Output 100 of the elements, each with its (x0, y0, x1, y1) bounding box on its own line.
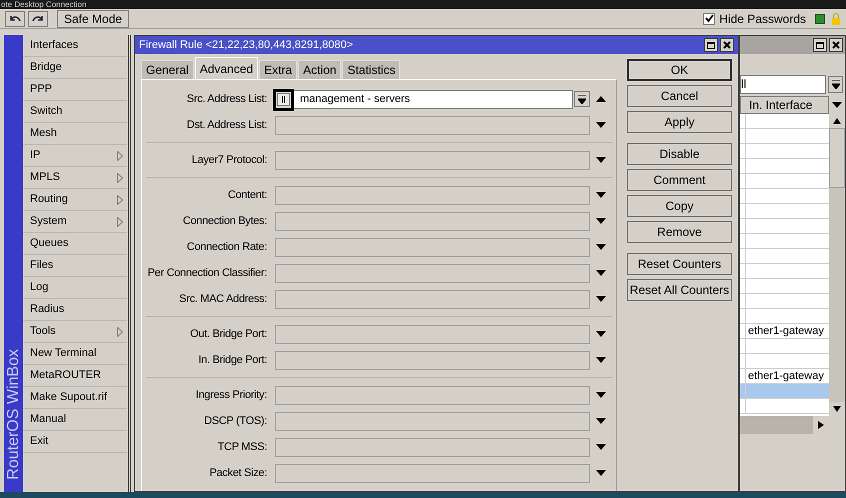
menu-item[interactable]: Switch (23, 101, 127, 123)
expand-arrow-icon[interactable] (596, 192, 606, 198)
expand-arrow-icon[interactable] (596, 157, 606, 163)
redo-button[interactable] (28, 10, 48, 26)
submenu-arrow-icon (117, 194, 123, 204)
field-input[interactable] (275, 238, 590, 256)
safe-mode-button[interactable]: Safe Mode (57, 10, 130, 28)
filter-field[interactable]: ll (740, 74, 826, 94)
field-input[interactable] (275, 464, 590, 482)
expand-arrow-icon[interactable] (596, 122, 606, 128)
field-input[interactable] (275, 150, 590, 170)
expand-arrow-icon[interactable] (596, 418, 606, 424)
submenu-arrow-icon (117, 216, 123, 226)
dropdown-button[interactable] (828, 76, 843, 92)
dialog-button[interactable]: Copy (627, 195, 732, 217)
menu-item[interactable]: MetaROUTER (23, 365, 127, 387)
field-input[interactable] (275, 412, 590, 430)
close-button[interactable] (829, 38, 843, 52)
scroll-right-icon[interactable] (818, 421, 824, 429)
menu-item[interactable]: Bridge (23, 57, 127, 79)
invert-toggle-icon[interactable] (277, 92, 290, 106)
dialog-button[interactable]: Reset Counters (627, 253, 732, 275)
field-label: DSCP (TOS): (203, 414, 267, 429)
field-label: In. Bridge Port: (197, 352, 267, 368)
tab[interactable]: Action (298, 60, 342, 79)
tab[interactable]: General (141, 60, 194, 79)
column-header[interactable]: In. Interface (740, 96, 829, 114)
menu-item[interactable]: Mesh (23, 123, 127, 145)
maximize-button[interactable] (704, 38, 718, 52)
menu-item[interactable]: Files (23, 255, 127, 277)
field-label: Per Connection Classifier: (146, 266, 267, 281)
field-input[interactable] (275, 116, 590, 134)
dialog-button[interactable]: Disable (627, 143, 732, 165)
dialog-button[interactable]: Comment (627, 169, 732, 191)
table-row[interactable] (740, 384, 829, 399)
dialog-button[interactable]: Apply (627, 111, 732, 133)
field-input[interactable] (275, 290, 590, 308)
menu-item[interactable]: Log (23, 277, 127, 299)
close-button[interactable] (720, 38, 734, 52)
menu-item[interactable]: Routing (23, 189, 127, 211)
field-label: Out. Bridge Port: (189, 326, 267, 342)
field-input[interactable] (275, 438, 590, 456)
field-input[interactable] (275, 324, 590, 344)
horizontal-scrollbar[interactable] (740, 416, 829, 434)
maximize-button[interactable] (813, 38, 827, 52)
menu-item[interactable]: Radius (23, 299, 127, 321)
field-label: Src. MAC Address: (178, 292, 267, 307)
menu-item[interactable]: Exit (23, 431, 127, 453)
expand-arrow-icon[interactable] (596, 470, 606, 476)
field-label: Packet Size: (208, 466, 267, 481)
submenu-arrow-icon (117, 172, 123, 182)
menu-item[interactable]: IP (23, 145, 127, 167)
scroll-up-icon[interactable] (833, 118, 841, 124)
expand-arrow-icon[interactable] (596, 270, 606, 276)
submenu-arrow-icon (117, 150, 123, 160)
collapse-arrow-icon[interactable] (596, 96, 606, 102)
menu-item[interactable]: Make Supout.rif (23, 387, 127, 409)
expand-arrow-icon[interactable] (596, 296, 606, 302)
expand-arrow-icon[interactable] (596, 357, 606, 363)
menu-item[interactable]: System (23, 211, 127, 233)
hide-passwords-checkbox[interactable] (703, 12, 716, 24)
menu-item[interactable]: New Terminal (23, 343, 127, 365)
field-label: Ingress Priority: (194, 388, 267, 403)
menu-item[interactable]: Manual (23, 409, 127, 431)
submenu-arrow-icon (117, 326, 123, 336)
address-list-field[interactable]: management - servers (293, 90, 573, 108)
dialog-button[interactable]: Cancel (627, 85, 732, 107)
menu-item[interactable]: MPLS (23, 167, 127, 189)
field-label: Connection Rate: (186, 240, 267, 255)
field-label: Src. Address List: (186, 92, 267, 107)
dropdown-button[interactable] (574, 91, 590, 107)
field-input[interactable] (275, 264, 590, 282)
expand-arrow-icon[interactable] (596, 244, 606, 250)
menu-item[interactable]: Queues (23, 233, 127, 255)
remote-desktop-title: ote Desktop Connection (1, 0, 86, 9)
scroll-down-icon[interactable] (833, 406, 841, 412)
expand-arrow-icon[interactable] (596, 392, 606, 398)
field-label: Layer7 Protocol: (190, 152, 267, 168)
field-input[interactable] (275, 212, 590, 230)
column-menu-icon[interactable] (832, 102, 842, 108)
table-cell-text: ether1-gateway (747, 324, 824, 338)
dialog-button[interactable]: Remove (627, 221, 732, 243)
tab[interactable]: Extra (259, 60, 298, 79)
menu-item[interactable]: PPP (23, 79, 127, 101)
undo-button[interactable] (5, 10, 25, 26)
tab[interactable]: Advanced (194, 57, 258, 79)
menu-item[interactable]: Tools (23, 321, 127, 343)
field-label: Connection Bytes: (182, 214, 267, 229)
dialog-button[interactable]: Reset All Counters (627, 279, 732, 301)
expand-arrow-icon[interactable] (596, 331, 606, 337)
field-input[interactable] (275, 350, 590, 370)
field-input[interactable] (275, 386, 590, 404)
dropdown-arrow-icon (832, 80, 840, 88)
expand-arrow-icon[interactable] (596, 218, 606, 224)
tab[interactable]: Statistics (342, 60, 400, 79)
menu-item[interactable]: Interfaces (23, 35, 127, 57)
scroll-thumb[interactable] (829, 128, 845, 188)
dialog-button[interactable]: OK (627, 59, 732, 81)
field-input[interactable] (275, 186, 590, 204)
expand-arrow-icon[interactable] (596, 444, 606, 450)
